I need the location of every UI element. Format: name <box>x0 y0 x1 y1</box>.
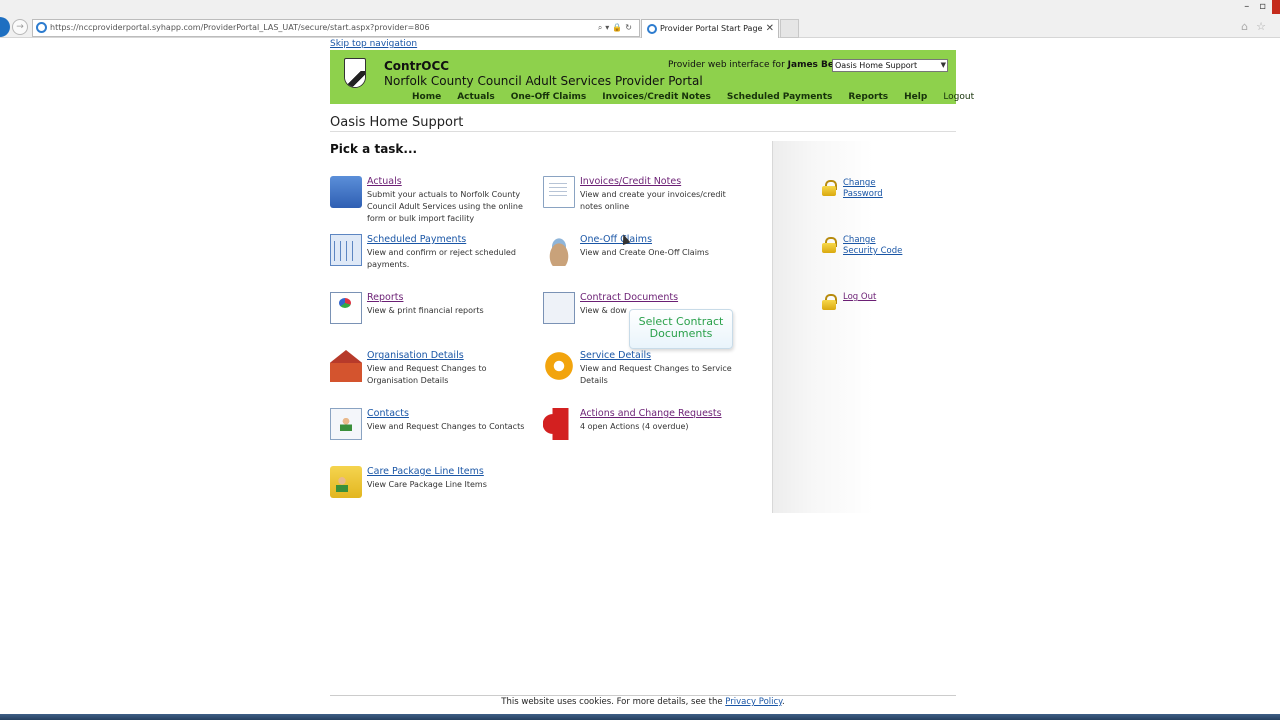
address-bar[interactable]: https://nccproviderportal.syhapp.com/Pro… <box>32 19 640 37</box>
contract-icon[interactable] <box>543 292 575 324</box>
tab-title: Provider Portal Start Page <box>660 24 763 33</box>
organisation-icon[interactable] <box>330 350 362 382</box>
nav-help[interactable]: Help <box>896 90 935 104</box>
change-password-link[interactable]: Change Password <box>843 178 903 200</box>
actuals-icon[interactable] <box>330 176 362 208</box>
task-desc-reports: View & print financial reports <box>367 306 484 315</box>
task-link-contacts[interactable]: Contacts <box>367 408 409 419</box>
title-divider <box>330 131 956 132</box>
folder-icon[interactable] <box>330 466 362 498</box>
task-desc-organisation-details: View and Request Changes to Organisation… <box>367 364 487 385</box>
lock-icon <box>822 294 837 310</box>
task-desc-one-off-claims: View and Create One-Off Claims <box>580 248 709 257</box>
task-link-care-package[interactable]: Care Package Line Items <box>367 466 484 477</box>
service-icon[interactable] <box>543 350 575 382</box>
site-icon <box>36 22 47 33</box>
task-link-service-details[interactable]: Service Details <box>580 350 651 361</box>
task-link-contract-documents[interactable]: Contract Documents <box>580 292 678 303</box>
council-crest-icon <box>344 58 366 88</box>
nav-actuals[interactable]: Actuals <box>449 90 503 104</box>
task-desc-service-details: View and Request Changes to Service Deta… <box>580 364 732 385</box>
nav-one-off-claims[interactable]: One-Off Claims <box>503 90 595 104</box>
pick-task-heading: Pick a task... <box>330 142 418 156</box>
browser-tab[interactable]: Provider Portal Start Page ✕ <box>641 19 779 38</box>
page-title: Oasis Home Support <box>330 115 464 130</box>
invoice-icon[interactable] <box>543 176 575 208</box>
tooltip: Select Contract Documents <box>629 309 733 349</box>
main-nav: Home Actuals One-Off Claims Invoices/Cre… <box>404 90 982 104</box>
nav-home[interactable]: Home <box>404 90 449 104</box>
tab-site-icon <box>647 24 657 34</box>
app-name: ContrOCC <box>384 59 450 73</box>
log-out-link[interactable]: Log Out <box>843 292 903 303</box>
task-desc-contacts: View and Request Changes to Contacts <box>367 422 525 431</box>
home-favorites-icon[interactable]: ⌂☆ <box>1241 20 1274 33</box>
nav-reports[interactable]: Reports <box>840 90 896 104</box>
back-button[interactable] <box>0 17 10 37</box>
task-desc-actuals: Submit your actuals to Norfolk County Co… <box>367 190 523 223</box>
task-link-organisation-details[interactable]: Organisation Details <box>367 350 464 361</box>
window-close-button[interactable] <box>1272 0 1280 14</box>
provider-select-value: Oasis Home Support <box>835 61 918 70</box>
report-icon[interactable] <box>330 292 362 324</box>
portal-name: Norfolk County Council Adult Services Pr… <box>384 74 703 88</box>
privacy-policy-link[interactable]: Privacy Policy <box>725 697 782 707</box>
change-security-code-link[interactable]: Change Security Code <box>843 235 903 257</box>
task-desc-invoices: View and create your invoices/credit not… <box>580 190 726 211</box>
portal-header: ContrOCC Norfolk County Council Adult Se… <box>330 50 974 104</box>
user-prefix: Provider web interface for <box>668 60 785 70</box>
tab-close-icon[interactable]: ✕ <box>766 20 774 38</box>
task-link-reports[interactable]: Reports <box>367 292 403 303</box>
nav-scheduled-payments[interactable]: Scheduled Payments <box>719 90 841 104</box>
cookie-footer: This website uses cookies. For more deta… <box>330 697 956 707</box>
footer-divider <box>330 695 956 696</box>
chevron-down-icon: ▼ <box>940 61 946 69</box>
user-line: Provider web interface for James Beiley <box>668 60 852 70</box>
calendar-icon[interactable] <box>330 234 362 266</box>
task-link-scheduled-payments[interactable]: Scheduled Payments <box>367 234 466 245</box>
task-link-invoices[interactable]: Invoices/Credit Notes <box>580 176 681 187</box>
new-tab-button[interactable] <box>780 19 799 38</box>
claims-icon[interactable] <box>543 234 575 266</box>
task-desc-actions: 4 open Actions (4 overdue) <box>580 422 689 431</box>
footer-end: . <box>781 697 785 707</box>
megaphone-icon[interactable] <box>543 408 575 440</box>
browser-toolbar: → https://nccproviderportal.syhapp.com/P… <box>0 0 1280 38</box>
task-link-actions[interactable]: Actions and Change Requests <box>580 408 722 419</box>
task-link-one-off-claims[interactable]: One-Off Claims <box>580 234 652 245</box>
footer-text: This website uses cookies. For more deta… <box>501 697 723 707</box>
task-link-actuals[interactable]: Actuals <box>367 176 402 187</box>
lock-icon <box>822 180 837 196</box>
provider-select[interactable]: Oasis Home Support ▼ <box>832 59 948 72</box>
lock-icon <box>822 237 837 253</box>
nav-invoices[interactable]: Invoices/Credit Notes <box>594 90 719 104</box>
url-text: https://nccproviderportal.syhapp.com/Pro… <box>50 23 430 32</box>
forward-button[interactable]: → <box>12 19 28 35</box>
task-desc-scheduled-payments: View and confirm or reject scheduled pay… <box>367 248 516 269</box>
nav-logout[interactable]: Logout <box>935 90 982 104</box>
task-desc-care-package: View Care Package Line Items <box>367 480 487 489</box>
address-tools-icon[interactable]: ⌕▾🔒↻ <box>598 20 635 36</box>
os-taskbar <box>0 714 1280 720</box>
contacts-icon[interactable] <box>330 408 362 440</box>
skip-navigation-link[interactable]: Skip top navigation <box>330 39 417 49</box>
